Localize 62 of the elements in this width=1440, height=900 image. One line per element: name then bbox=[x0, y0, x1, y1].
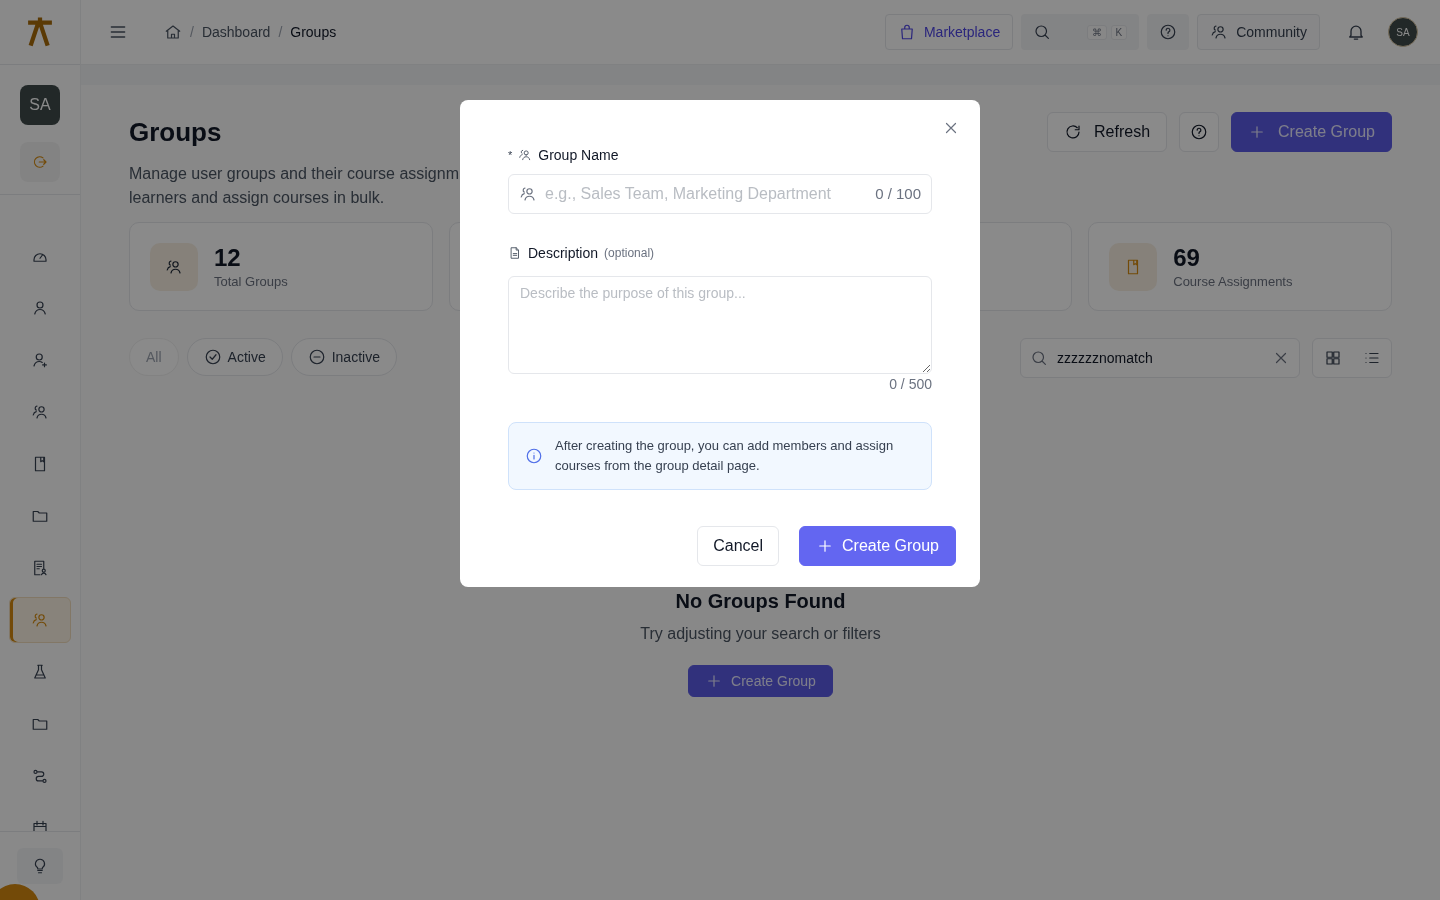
page-description: learners and assign courses in bulk. bbox=[129, 188, 386, 208]
stat-value: 69 bbox=[1173, 244, 1201, 272]
stat-icon bbox=[1109, 242, 1158, 291]
lightbulb-button[interactable] bbox=[17, 848, 63, 884]
help-icon bbox=[1159, 23, 1178, 41]
help-button[interactable] bbox=[1147, 14, 1190, 50]
breadcrumb-link[interactable]: Dashboard bbox=[201, 24, 271, 40]
empty-state-message: Try adjusting your search or filters bbox=[640, 625, 881, 643]
users-icon bbox=[519, 185, 537, 203]
users-icon bbox=[518, 148, 533, 162]
info-icon bbox=[525, 447, 543, 465]
shortcut-key: ⌘ bbox=[1086, 24, 1107, 40]
cancel-button[interactable]: Cancel bbox=[697, 526, 780, 566]
user-plus-icon bbox=[31, 351, 49, 369]
field-label: Description bbox=[528, 245, 599, 261]
user-avatar[interactable]: SA bbox=[1388, 17, 1418, 47]
field-label: Group Name bbox=[538, 147, 619, 163]
search-icon bbox=[1033, 23, 1052, 41]
required-mark: * bbox=[508, 149, 513, 161]
users-icon bbox=[31, 611, 49, 629]
search-button[interactable]: ⌘ K bbox=[1021, 14, 1140, 50]
users-nav-item[interactable] bbox=[9, 597, 71, 643]
route-icon bbox=[31, 767, 49, 785]
description-field[interactable]: Describe the purpose of this group... bbox=[508, 276, 932, 374]
logout-icon bbox=[31, 153, 49, 171]
refresh-icon bbox=[1064, 123, 1083, 141]
character-counter: 0 / 500 bbox=[889, 376, 932, 392]
shortcut-key: K bbox=[1110, 24, 1128, 40]
page-description: Manage user groups and their course assignm bbox=[129, 164, 459, 184]
create-group-button[interactable]: Create Group bbox=[799, 526, 956, 566]
marketplace-button[interactable]: Marketplace bbox=[884, 14, 1014, 50]
users-icon bbox=[31, 403, 49, 421]
filter-chip[interactable]: Inactive bbox=[290, 338, 397, 376]
help-button[interactable] bbox=[1179, 112, 1220, 152]
breadcrumb-separator: / bbox=[190, 24, 194, 40]
document-icon bbox=[508, 246, 522, 260]
flask-icon bbox=[31, 663, 49, 681]
breadcrumb-separator: / bbox=[278, 24, 283, 40]
report-icon bbox=[31, 559, 49, 577]
stat-label: Course Assignments bbox=[1173, 274, 1293, 289]
create-group-button[interactable]: Create Group bbox=[1231, 112, 1392, 152]
optional-hint: (optional) bbox=[604, 246, 655, 260]
logout-button[interactable] bbox=[20, 142, 60, 182]
filter-chip[interactable]: Active bbox=[186, 338, 283, 376]
user-icon bbox=[31, 299, 49, 317]
breadcrumb-link[interactable]: Groups bbox=[290, 24, 337, 40]
empty-state-title: No Groups Found bbox=[675, 590, 846, 613]
stat-value: 12 bbox=[214, 244, 242, 272]
community-button[interactable]: Community bbox=[1197, 14, 1320, 50]
search-field[interactable]: zzzzzznomatch bbox=[1020, 338, 1300, 378]
user-avatar[interactable]: SA bbox=[20, 85, 60, 125]
refresh-button[interactable]: Refresh bbox=[1047, 112, 1168, 152]
info-message: After creating the group, you can add members and assign courses from the group detail page. bbox=[555, 437, 895, 475]
search-icon bbox=[1030, 349, 1048, 367]
home-icon[interactable] bbox=[164, 23, 182, 41]
create-group-button[interactable]: Create Group bbox=[688, 665, 833, 697]
stat-label: Total Groups bbox=[214, 274, 288, 289]
page-title: Groups bbox=[129, 116, 223, 149]
help-icon bbox=[1190, 123, 1209, 141]
character-counter: 0 / 100 bbox=[875, 185, 921, 202]
grid-view-icon[interactable] bbox=[1323, 349, 1342, 367]
stat-icon bbox=[150, 242, 198, 291]
